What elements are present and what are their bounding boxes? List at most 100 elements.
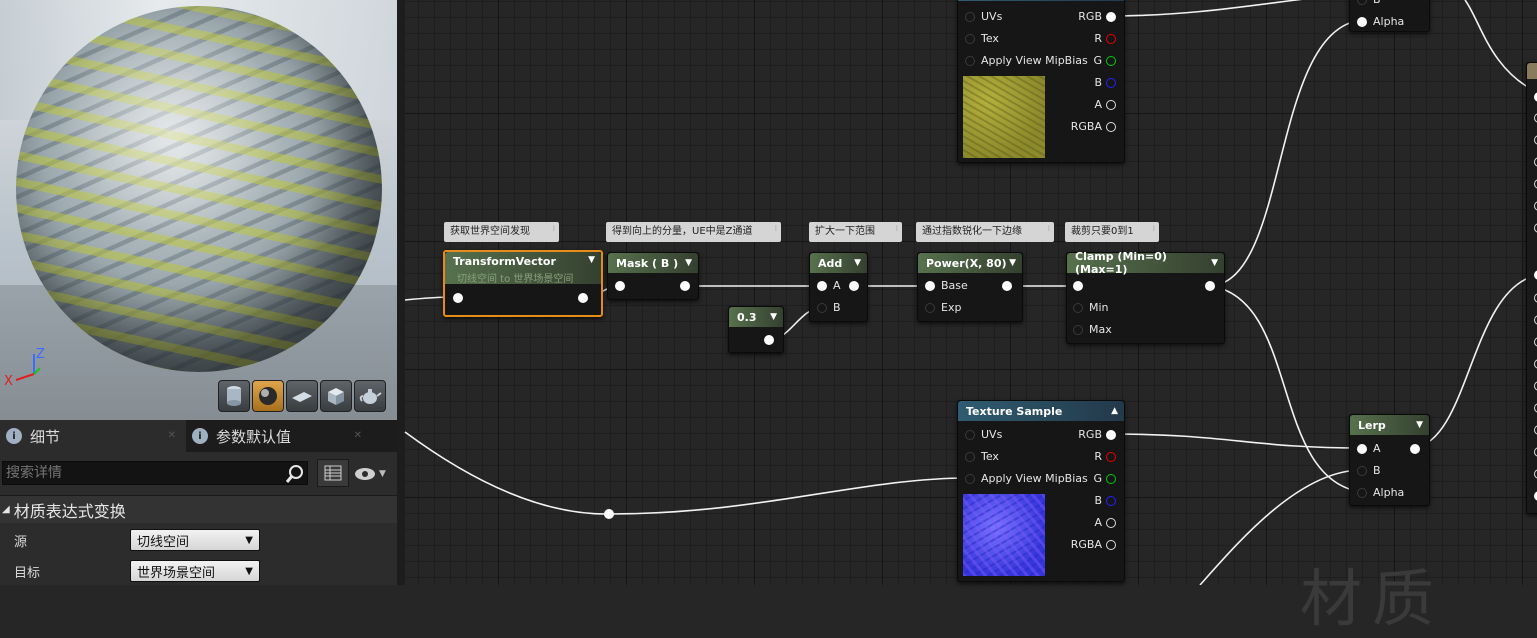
input-pin-b[interactable] (1357, 466, 1367, 476)
output-pin-g[interactable] (1106, 474, 1116, 484)
tab-details[interactable]: i 细节 ✕ (0, 420, 186, 452)
texture-sample-node-top[interactable]: UVs Tex Apply View MipBias RGB R G B A R… (957, 0, 1125, 163)
source-space-dropdown[interactable]: 切线空间 ▼ (130, 529, 260, 551)
mask-node[interactable]: Mask ( B ) ▼ (607, 252, 699, 300)
input-pin-tex[interactable] (965, 34, 975, 44)
collapse-arrow-icon[interactable]: ▼ (1416, 420, 1423, 430)
lerp-node-top[interactable]: B Alpha (1349, 0, 1430, 32)
collapse-arrow-icon[interactable]: ▼ (588, 255, 595, 265)
input-pin[interactable] (1073, 281, 1083, 291)
material-result-node[interactable] (1526, 62, 1537, 514)
node-title: 0.3 (737, 310, 757, 324)
tab-close-icon[interactable]: ✕ (168, 430, 176, 441)
pin-label-a: A (833, 279, 841, 292)
axis-x-label: X (4, 374, 13, 389)
pin-label-b: B (1373, 0, 1381, 6)
category-header[interactable]: ◢ 材质表达式变换 (0, 495, 397, 523)
output-pin-rgba[interactable] (1106, 540, 1116, 550)
input-pin-tex[interactable] (965, 452, 975, 462)
sphere-preview-button[interactable] (252, 380, 284, 412)
cylinder-preview-button[interactable] (218, 380, 250, 412)
constant-node[interactable]: 0.3 ▼ (728, 306, 784, 353)
output-pin-rgba[interactable] (1106, 122, 1116, 132)
tab-close-icon[interactable]: ✕ (354, 430, 362, 441)
panel-splitter[interactable] (397, 0, 405, 585)
input-pin-uvs[interactable] (965, 430, 975, 440)
input-pin-alpha[interactable] (1357, 17, 1367, 27)
input-pin-alpha[interactable] (1357, 488, 1367, 498)
comment-expand-range[interactable]: 扩大一下范围 ⋮ (809, 222, 902, 242)
lerp-node-bottom[interactable]: Lerp ▼ A B Alpha (1349, 414, 1430, 506)
property-matrix-button[interactable] (317, 459, 349, 487)
output-pin-b[interactable] (1106, 78, 1116, 88)
collapse-arrow-icon[interactable]: ▼ (685, 258, 692, 268)
comment-world-normal[interactable]: 获取世界空间发现 ⋮ (444, 222, 559, 242)
clamp-node[interactable]: Clamp (Min=0) (Max=1) ▼ Min Max (1066, 250, 1225, 344)
pin-label-uvs: UVs (981, 10, 1003, 23)
input-pin-max[interactable] (1073, 325, 1083, 335)
output-pin[interactable] (849, 281, 859, 291)
view-options-button[interactable]: ▼ (354, 463, 394, 485)
comment-clamp-range[interactable]: 裁剪只要0到1 ⋮ (1065, 222, 1159, 242)
output-pin[interactable] (578, 293, 588, 303)
output-pin-a[interactable] (1106, 518, 1116, 528)
collapse-arrow-icon[interactable]: ▼ (1009, 258, 1016, 268)
transform-vector-node[interactable]: TransformVector ▼ 切线空间 to 世界场景空间 (443, 250, 603, 317)
input-pin-min[interactable] (1073, 303, 1083, 313)
output-pin[interactable] (1410, 444, 1420, 454)
sphere-preview-icon (259, 387, 277, 405)
pin-label-max: Max (1089, 323, 1112, 336)
details-search-input[interactable] (6, 465, 276, 481)
search-icon[interactable] (285, 464, 305, 484)
output-pin[interactable] (764, 335, 774, 345)
output-pin-r[interactable] (1106, 34, 1116, 44)
input-pin-uvs[interactable] (965, 12, 975, 22)
input-pin-a[interactable] (817, 281, 827, 291)
comment-up-component[interactable]: 得到向上的分量，UE中是Z通道 ⋮ (606, 222, 781, 242)
plane-preview-button[interactable] (286, 380, 318, 412)
input-pin-mipbias[interactable] (965, 474, 975, 484)
input-pin-base[interactable] (925, 281, 935, 291)
pin-label-mipbias: Apply View MipBias (981, 54, 1088, 67)
node-header (958, 0, 1124, 1)
reroute-node[interactable] (604, 509, 614, 519)
texture-sample-node-bottom[interactable]: Texture Sample ▲ UVs Tex Apply View MipB… (957, 400, 1125, 582)
input-pin-mipbias[interactable] (965, 56, 975, 66)
comment-text: 得到向上的分量，UE中是Z通道 (612, 226, 753, 237)
output-pin-g[interactable] (1106, 56, 1116, 66)
power-node[interactable]: Power(X, 80) ▼ Base Exp (917, 252, 1023, 322)
add-node[interactable]: Add ▼ A B (809, 252, 868, 322)
output-pin-rgb[interactable] (1106, 12, 1116, 22)
input-pin[interactable] (615, 281, 625, 291)
input-pin-b[interactable] (1357, 0, 1367, 5)
destination-space-dropdown[interactable]: 世界场景空间 ▼ (130, 560, 260, 582)
plane-preview-icon (292, 392, 312, 402)
output-pin[interactable] (1002, 281, 1012, 291)
output-pin[interactable] (1205, 281, 1215, 291)
teapot-preview-button[interactable] (354, 380, 386, 412)
input-pin-b[interactable] (817, 303, 827, 313)
collapse-arrow-icon[interactable]: ▼ (770, 312, 777, 322)
eye-icon (355, 468, 375, 480)
collapse-arrow-icon[interactable]: ▼ (1211, 258, 1218, 268)
details-tabbar: i 细节 ✕ i 参数默认值 ✕ (0, 420, 397, 452)
node-header: Add ▼ (810, 253, 867, 273)
pin-label-alpha: Alpha (1373, 486, 1405, 499)
output-pin-rgb[interactable] (1106, 430, 1116, 440)
pin-label-a: A (1373, 442, 1381, 455)
input-pin-a[interactable] (1357, 444, 1367, 454)
input-pin[interactable] (453, 293, 463, 303)
output-pin-a[interactable] (1106, 100, 1116, 110)
collapse-arrow-icon[interactable]: ▲ (1111, 406, 1118, 416)
pin-label-uvs: UVs (981, 428, 1003, 441)
cube-preview-button[interactable] (320, 380, 352, 412)
collapse-arrow-icon[interactable]: ▼ (854, 258, 861, 268)
output-pin-r[interactable] (1106, 452, 1116, 462)
tab-parameter-defaults[interactable]: i 参数默认值 ✕ (186, 420, 372, 452)
parameters-icon: i (192, 428, 208, 444)
material-preview-viewport[interactable]: Z X (0, 0, 397, 420)
comment-sharpen-edge[interactable]: 通过指数锐化一下边缘 ⋮ (916, 222, 1054, 242)
output-pin-b[interactable] (1106, 496, 1116, 506)
output-pin[interactable] (680, 281, 690, 291)
input-pin-exp[interactable] (925, 303, 935, 313)
